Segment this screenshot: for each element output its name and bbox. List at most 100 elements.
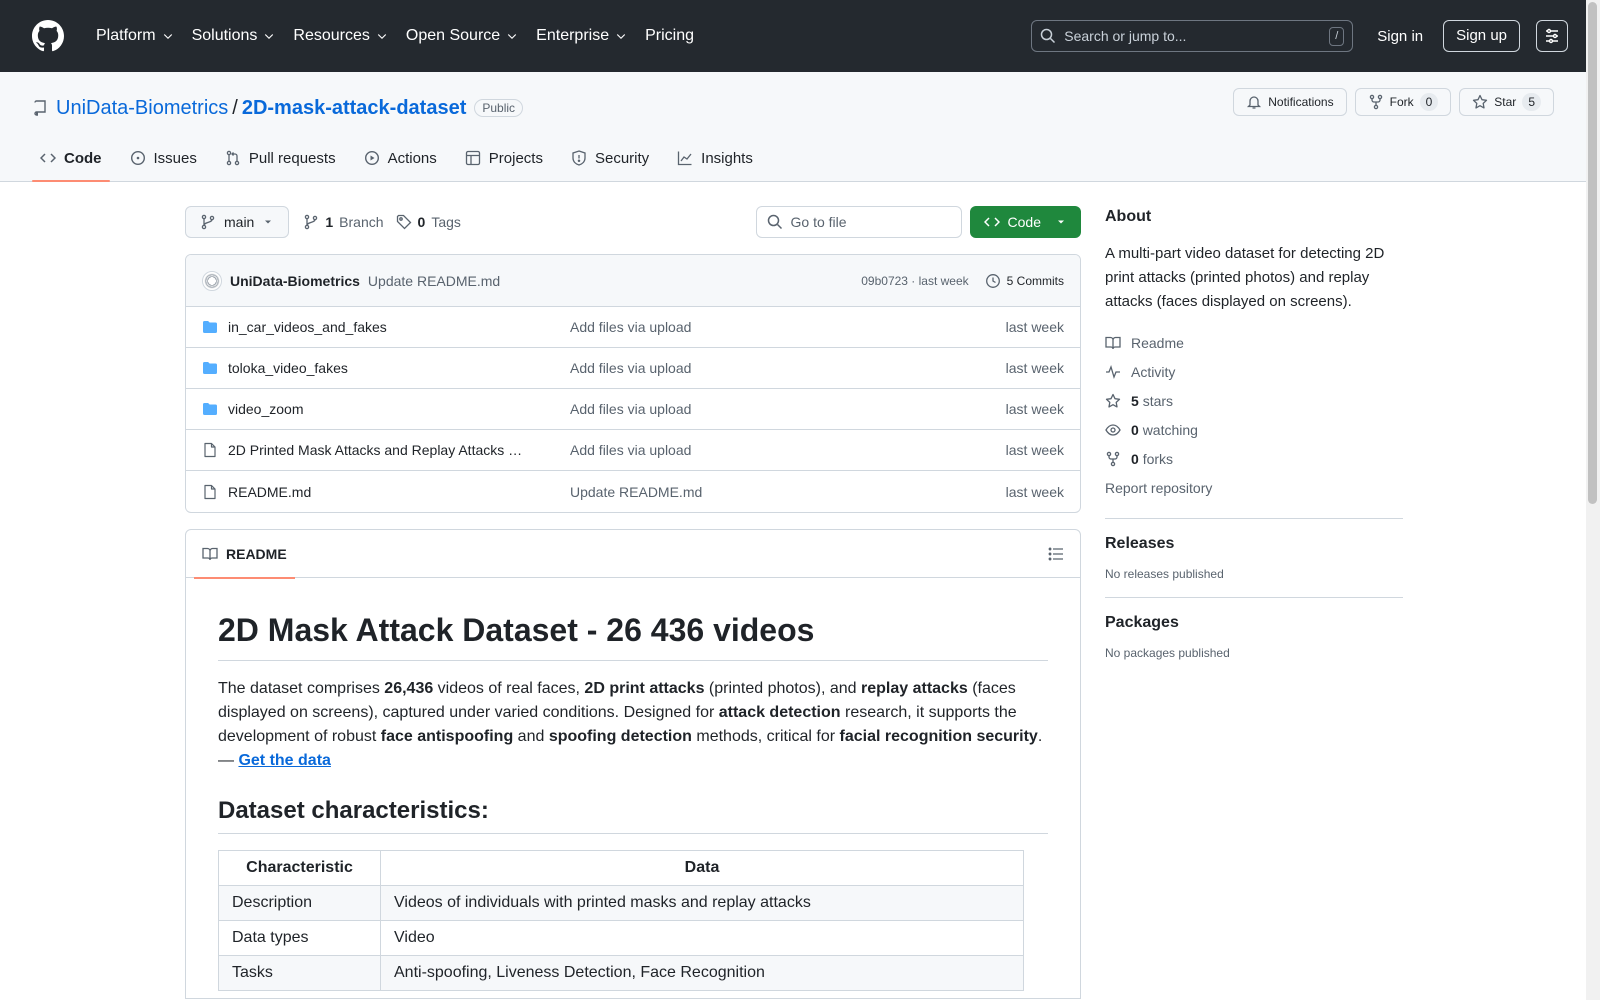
readme-tab[interactable]: README (194, 530, 295, 579)
table-row: Description Videos of individuals with p… (218, 885, 1024, 921)
tags-link[interactable]: 0 Tags (396, 214, 461, 230)
commit-author[interactable]: UniData-Biometrics (230, 273, 360, 289)
pull-request-icon (226, 150, 240, 166)
tab-pull-requests[interactable]: Pull requests (217, 135, 344, 181)
commits-link[interactable]: 5 Commits (985, 273, 1064, 289)
nav-resources[interactable]: Resources (285, 21, 395, 51)
settings-menu-button[interactable] (1536, 20, 1568, 52)
branches-link[interactable]: 1 Branch (303, 214, 384, 230)
search-icon (1041, 28, 1056, 44)
file-commit-message[interactable]: Add files via upload (570, 442, 691, 458)
nav-platform[interactable]: Platform (88, 21, 182, 51)
forks-link[interactable]: 0 forks (1105, 444, 1403, 473)
file-row[interactable]: 2D Printed Mask Attacks and Replay Attac… (186, 430, 1080, 471)
branch-count: 1 (325, 214, 334, 230)
tag-count: 0 (417, 214, 426, 230)
sign-in-link[interactable]: Sign in (1369, 28, 1443, 45)
fork-button[interactable]: Fork 0 (1354, 88, 1452, 116)
branch-icon (305, 214, 318, 230)
tab-security[interactable]: Security (563, 135, 657, 181)
repo-name-link[interactable]: 2D-mask-attack-dataset (242, 97, 467, 120)
readme-tab-label: README (226, 545, 287, 562)
file-name[interactable]: README.md (228, 484, 560, 500)
file-row[interactable]: toloka_video_fakes Add files via upload … (186, 348, 1080, 389)
intro-text: methods, critical for (691, 728, 840, 745)
table-icon (465, 150, 480, 166)
file-commit-message[interactable]: Add files via upload (570, 319, 691, 335)
releases-section: Releases No releases published (1105, 519, 1403, 581)
page-scrollbar[interactable] (1586, 0, 1600, 1000)
tab-actions[interactable]: Actions (356, 135, 445, 181)
file-name[interactable]: video_zoom (228, 401, 560, 417)
github-logo-icon[interactable] (32, 20, 64, 52)
tab-issues[interactable]: Issues (122, 135, 205, 181)
file-row[interactable]: video_zoom Add files via upload last wee… (186, 389, 1080, 430)
fork-count: 0 (1419, 93, 1439, 111)
branch-name: main (224, 214, 255, 230)
repo-owner-link[interactable]: UniData-Biometrics (56, 97, 228, 120)
stars-link[interactable]: 5 stars (1105, 386, 1403, 415)
graph-icon (678, 151, 692, 166)
tag-icon (396, 214, 411, 230)
notifications-button[interactable]: Notifications (1233, 88, 1347, 116)
file-name[interactable]: 2D Printed Mask Attacks and Replay Attac… (228, 442, 560, 458)
code-dropdown-button[interactable]: Code (969, 206, 1081, 238)
fork-icon (1369, 94, 1382, 110)
list-icon[interactable] (1048, 546, 1064, 562)
sign-up-button[interactable]: Sign up (1443, 20, 1520, 52)
releases-heading[interactable]: Releases (1105, 535, 1403, 553)
star-button[interactable]: Star 5 (1459, 88, 1554, 116)
readme-link[interactable]: Readme (1105, 328, 1403, 357)
file-list: UniData-Biometrics Update README.md 09b0… (185, 254, 1081, 513)
report-repository-link[interactable]: Report repository (1105, 473, 1403, 502)
intro-text: and (513, 728, 549, 745)
shield-icon (572, 150, 586, 166)
nav-pricing[interactable]: Pricing (637, 21, 702, 51)
caret-down-icon (1058, 220, 1064, 224)
file-date: last week (1005, 360, 1064, 376)
scrollbar-thumb[interactable] (1588, 2, 1597, 504)
intro-text: videos of real faces, (433, 680, 585, 697)
history-icon (985, 273, 1000, 288)
table-cell: Video (380, 920, 1024, 956)
fork-label: Fork (1389, 95, 1414, 109)
nav-solutions[interactable]: Solutions (184, 21, 284, 51)
readme-panel: README 2D Mask Attack Dataset - 26 436 v… (185, 529, 1081, 999)
get-the-data-link[interactable]: Get the data (238, 752, 330, 769)
star-count: 5 (1522, 93, 1541, 111)
watching-label: watching (1142, 421, 1198, 438)
commit-meta[interactable]: 09b0723 · last week (861, 274, 968, 288)
tab-label: Projects (488, 149, 543, 167)
commit-message[interactable]: Update README.md (368, 273, 500, 289)
packages-heading[interactable]: Packages (1105, 614, 1403, 632)
readme-body: 2D Mask Attack Dataset - 26 436 videos T… (186, 578, 1080, 991)
branch-select[interactable]: main (185, 206, 290, 238)
file-name[interactable]: toloka_video_fakes (228, 360, 560, 376)
latest-commit: UniData-Biometrics Update README.md 09b0… (186, 255, 1080, 307)
table-cell: Data types (218, 920, 381, 956)
repo-tabs: Code Issues Pull requests Actions Projec… (32, 135, 773, 182)
avatar[interactable] (202, 270, 222, 291)
activity-link[interactable]: Activity (1105, 357, 1403, 386)
nav-enterprise[interactable]: Enterprise (528, 21, 635, 51)
intro-bold: replay attacks (861, 680, 968, 697)
intro-text: (printed photos), and (704, 680, 862, 697)
file-commit-message[interactable]: Add files via upload (570, 401, 691, 417)
path-separator: / (232, 96, 238, 119)
tab-code[interactable]: Code (32, 135, 110, 182)
about-description: A multi-part video dataset for detecting… (1105, 245, 1385, 310)
visibility-badge: Public (474, 99, 524, 117)
notifications-label: Notifications (1268, 95, 1334, 109)
file-row[interactable]: in_car_videos_and_fakes Add files via up… (186, 307, 1080, 348)
tab-insights[interactable]: Insights (669, 135, 761, 181)
tab-projects[interactable]: Projects (457, 135, 551, 181)
file-row[interactable]: README.md Update README.md last week (186, 471, 1080, 512)
watching-link[interactable]: 0 watching (1105, 415, 1403, 444)
search-input[interactable]: Search or jump to... / (1031, 20, 1354, 52)
file-commit-message[interactable]: Add files via upload (570, 360, 691, 376)
file-commit-message[interactable]: Update README.md (570, 484, 702, 500)
file-date: last week (1005, 319, 1064, 335)
nav-open-source[interactable]: Open Source (398, 21, 526, 51)
file-name[interactable]: in_car_videos_and_fakes (228, 319, 560, 335)
go-to-file-input[interactable]: Go to file (755, 206, 962, 238)
